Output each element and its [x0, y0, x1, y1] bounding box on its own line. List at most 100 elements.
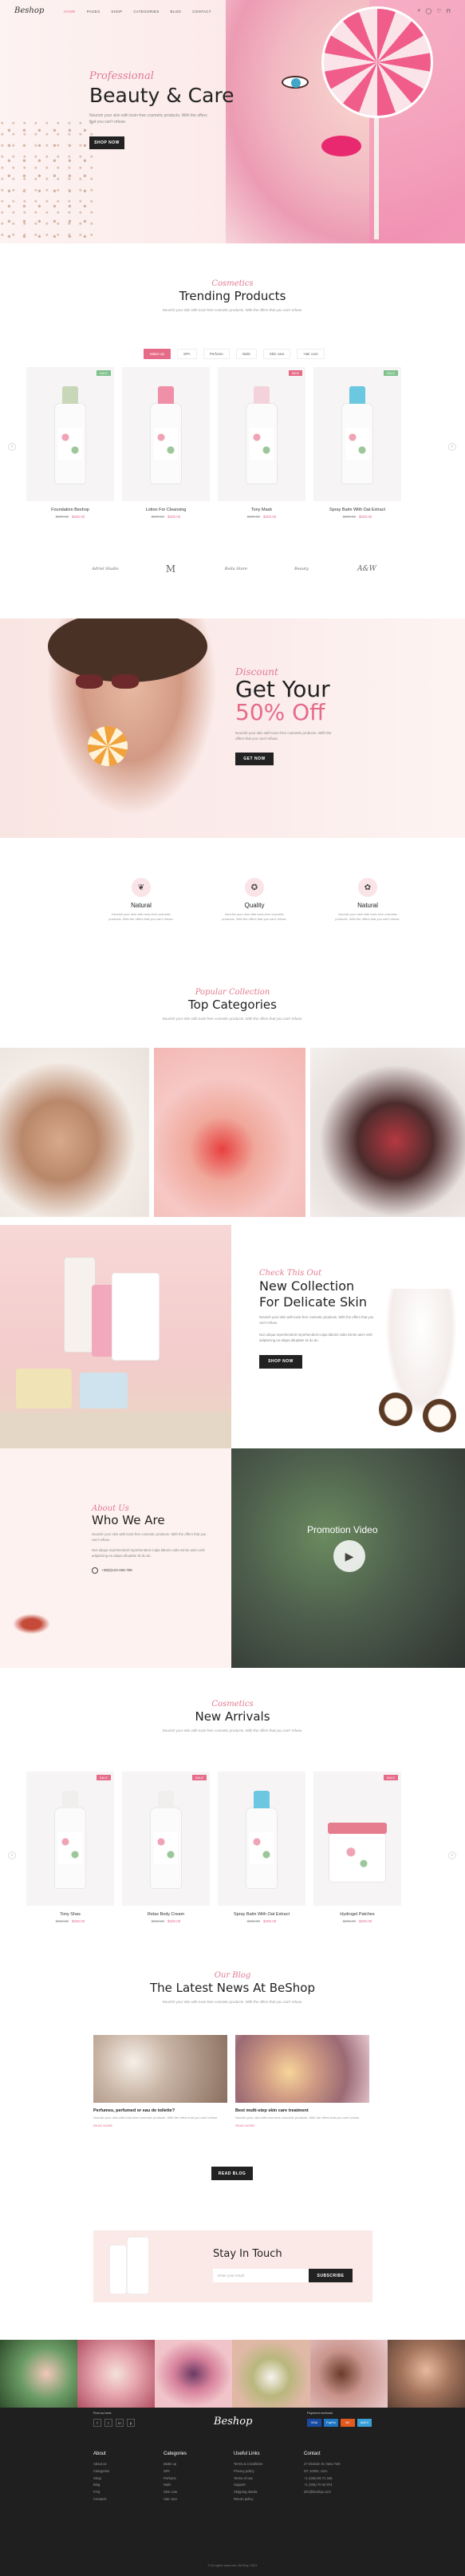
brand-logo[interactable]: Bella Store [219, 559, 254, 579]
footer-link[interactable]: Perfume [164, 2475, 202, 2483]
shop-now-button[interactable]: SHOP NOW [89, 136, 124, 149]
nav-link-contact[interactable]: CONTACT [192, 10, 211, 14]
product-card[interactable]: SALE Hydrogel Patches $300.00 $200.00 [313, 1772, 401, 1923]
nav-link-home[interactable]: HOME [64, 10, 76, 14]
product-card[interactable]: SALE Relax Body Cream $300.00 $200.00 [122, 1772, 210, 1923]
cart-icon[interactable]: ⊓ [447, 8, 451, 14]
carousel-next-button[interactable]: › [448, 1851, 456, 1859]
tab-nails[interactable]: Nails [235, 349, 257, 359]
instagram-image[interactable] [309, 2340, 388, 2408]
product-image[interactable]: SALE [313, 1772, 401, 1906]
footer-link[interactable]: SPA [164, 2468, 202, 2475]
product-card[interactable]: Lotion For Cleansing $300.00 $200.00 [122, 367, 210, 519]
footer-link[interactable]: Make up [164, 2461, 202, 2468]
tab-haircare[interactable]: Hair care [297, 349, 325, 359]
product-image[interactable]: SALE [122, 1772, 210, 1906]
nav-link-shop[interactable]: SHOP [111, 10, 122, 14]
nav-link-pages[interactable]: PAGES [87, 10, 100, 14]
footer-logo[interactable]: Beshop [214, 2416, 252, 2428]
shop-now-button[interactable]: SHOP NOW [259, 1354, 302, 1369]
pinterest-icon[interactable]: p [127, 2419, 135, 2427]
news-image[interactable] [93, 2035, 227, 2103]
product-image[interactable]: SALE [26, 1772, 114, 1906]
tab-spa[interactable]: SPA [177, 349, 197, 359]
footer-link[interactable]: Terms of use [234, 2475, 272, 2483]
email-input[interactable]: Enter your email [213, 2269, 309, 2282]
product-name[interactable]: Spray Balm With Oat Extract [218, 1912, 305, 1917]
product-name[interactable]: Relax Body Cream [122, 1912, 210, 1917]
brand-logo[interactable]: Adriel Studio [88, 559, 123, 579]
facebook-icon[interactable]: f [93, 2419, 101, 2427]
product-name[interactable]: Tony Shas [26, 1912, 114, 1917]
footer-link[interactable]: Shop [93, 2475, 132, 2483]
category-nails[interactable] [154, 1048, 305, 1217]
get-now-button[interactable]: GET NOW [235, 753, 274, 766]
twitter-icon[interactable]: t [104, 2419, 112, 2427]
product-card[interactable]: NEW Tony Mask $300.00 $200.00 [218, 367, 305, 519]
brand-logo[interactable]: M [153, 559, 188, 579]
footer-link[interactable]: About us [93, 2461, 132, 2468]
product-card[interactable]: SALE Foundation Beshop $300.00 $200.00 [26, 367, 114, 519]
footer-link[interactable]: info@beshop.com [304, 2489, 342, 2496]
play-icon[interactable]: ▶ [333, 1540, 365, 1572]
product-name[interactable]: Tony Mask [218, 508, 305, 512]
product-image[interactable]: SALE [26, 367, 114, 501]
read-blog-button[interactable]: READ BLOG [211, 2167, 253, 2180]
brand-logo[interactable]: A&W [349, 559, 384, 579]
product-image[interactable] [122, 367, 210, 501]
news-title[interactable]: Perfumes, perfumed or eau de toilette? [93, 2108, 227, 2113]
product-card[interactable]: Spray Balm With Oat Extract $300.00 $200.0… [218, 1772, 305, 1923]
instagram-image[interactable] [0, 2340, 78, 2408]
footer-link[interactable]: Return policy [234, 2496, 272, 2503]
user-icon[interactable]: ◯ [425, 8, 432, 14]
footer-link[interactable]: 27 Division St, New York [304, 2461, 342, 2468]
category-spa[interactable] [0, 1048, 149, 1217]
footer-link[interactable]: +1 (345) 70 44 974 [304, 2482, 342, 2489]
footer-link[interactable]: Privacy policy [234, 2468, 272, 2475]
nav-link-categories[interactable]: CATEGORIES [133, 10, 159, 14]
footer-link[interactable]: Shipping details [234, 2489, 272, 2496]
instagram-image[interactable] [77, 2340, 156, 2408]
search-icon[interactable]: ⌕ [417, 8, 420, 14]
carousel-prev-button[interactable]: ‹ [8, 443, 16, 451]
subscribe-button[interactable]: SUBSCRIBE [309, 2269, 353, 2282]
news-card[interactable]: Perfumes, perfumed or eau de toilette? N… [93, 2035, 227, 2128]
instagram-image[interactable] [155, 2340, 233, 2408]
product-image[interactable]: SALE [313, 367, 401, 501]
news-title[interactable]: Best multi-step skin care treatment [235, 2108, 369, 2113]
product-card[interactable]: SALE Spray Balm With Oat Extract $300.00 $2… [313, 367, 401, 519]
instagram-image[interactable] [232, 2340, 310, 2408]
footer-link[interactable]: Nails [164, 2482, 202, 2489]
category-perfume[interactable] [310, 1048, 465, 1217]
product-image[interactable]: NEW [218, 367, 305, 501]
product-card[interactable]: SALE Tony Shas $300.00 $200.00 [26, 1772, 114, 1923]
instagram-image[interactable] [387, 2340, 465, 2408]
footer-link[interactable]: Categories [93, 2468, 132, 2475]
news-image[interactable] [235, 2035, 369, 2103]
footer-link[interactable]: Skin care [164, 2489, 202, 2496]
read-more-link[interactable]: READ MORE [93, 2124, 227, 2128]
logo[interactable]: Beshop [14, 6, 44, 15]
footer-link[interactable]: Support [234, 2482, 272, 2489]
footer-link[interactable]: +1 (345) 99 71 345 [304, 2475, 342, 2483]
product-name[interactable]: Hydrogel Patches [313, 1912, 401, 1917]
contact-number[interactable]: +38(0)123-456-789 [101, 1568, 132, 1572]
product-name[interactable]: Foundation Beshop [26, 508, 114, 512]
carousel-prev-button[interactable]: ‹ [8, 1851, 16, 1859]
promo-video[interactable]: Promotion Video ▶ [231, 1448, 465, 1668]
tab-skincare[interactable]: Skin care [262, 349, 291, 359]
tab-perfume[interactable]: Perfume [203, 349, 230, 359]
product-name[interactable]: Spray Balm With Oat Extract [313, 508, 401, 512]
footer-link[interactable]: Hair care [164, 2496, 202, 2503]
footer-link[interactable]: Terms & Conditions [234, 2461, 272, 2468]
news-card[interactable]: Best multi-step skin care treatment Nour… [235, 2035, 369, 2128]
footer-link[interactable]: Blog [93, 2482, 132, 2489]
product-name[interactable]: Lotion For Cleansing [122, 508, 210, 512]
heart-icon[interactable]: ♡ [436, 8, 441, 14]
read-more-link[interactable]: READ MORE [235, 2124, 369, 2128]
footer-link[interactable]: NY 10002, USA [304, 2468, 342, 2475]
linkedin-icon[interactable]: in [116, 2419, 124, 2427]
product-image[interactable] [218, 1772, 305, 1906]
footer-link[interactable]: FAQ [93, 2489, 132, 2496]
tab-makeup[interactable]: Make Up [144, 349, 171, 359]
